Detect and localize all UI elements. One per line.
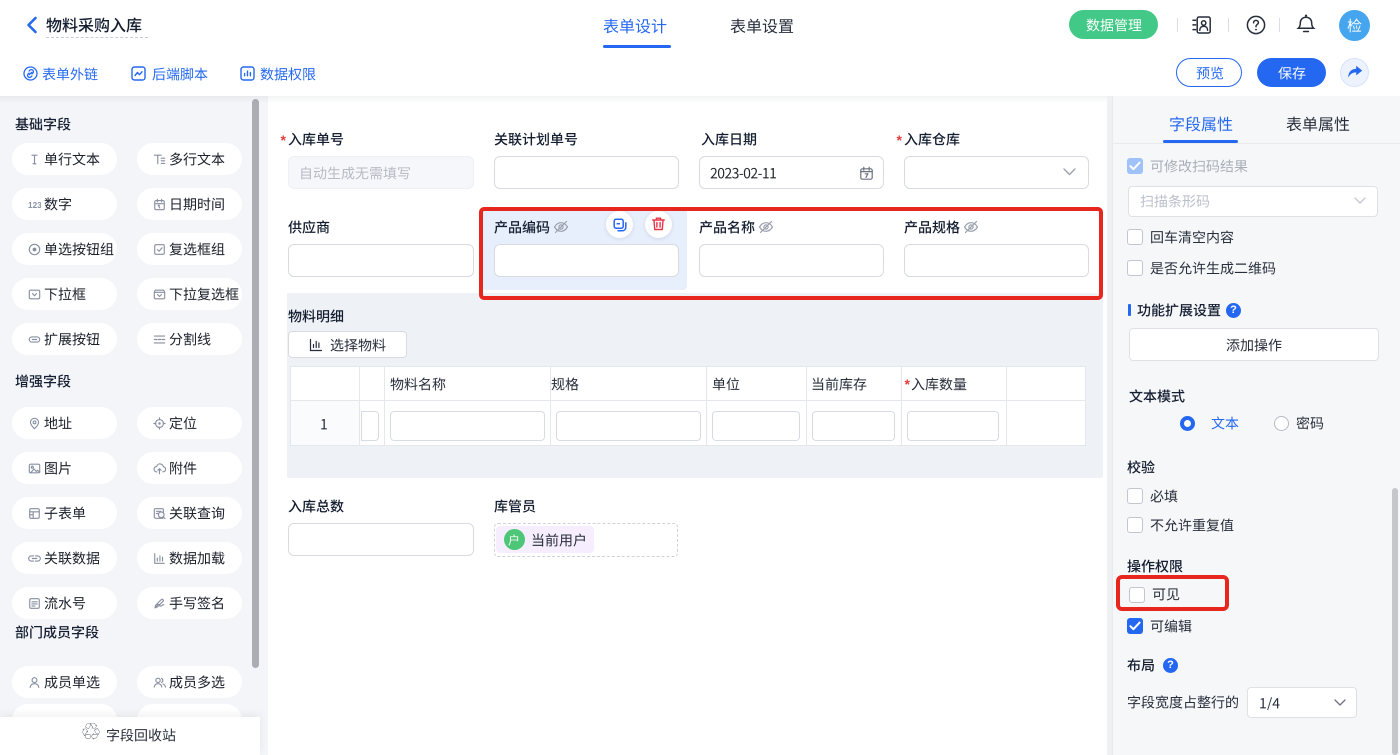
svg-text:123: 123 bbox=[28, 200, 41, 209]
